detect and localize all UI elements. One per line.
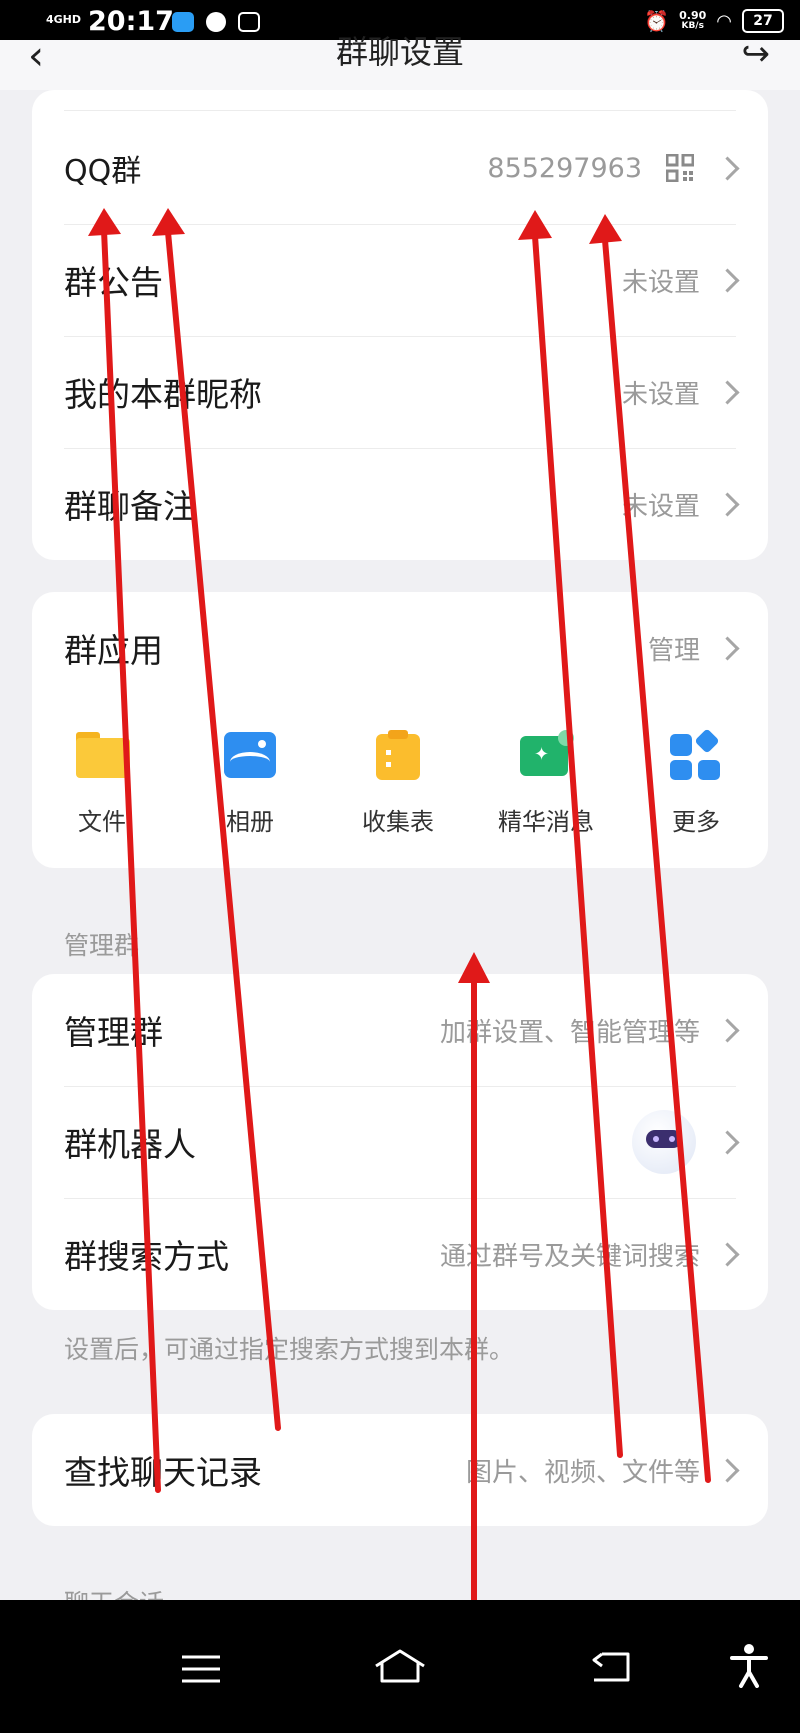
alarm-icon: ⏰ <box>644 9 670 33</box>
group-announcement-row[interactable]: 群公告 未设置 <box>32 224 768 336</box>
battery-indicator: 27 <box>742 9 784 33</box>
app-album[interactable]: 相册 <box>180 730 320 837</box>
row-value: 加群设置、智能管理等 <box>439 1017 700 1048</box>
chat-history-card: 查找聊天记录 图片、视频、文件等 <box>32 1414 768 1526</box>
group-search-method-row[interactable]: 群搜索方式 通过群号及关键词搜索 <box>32 1198 768 1310</box>
network-speed-value: 0.90 <box>679 9 707 22</box>
row-label: 群机器人 <box>64 1125 196 1164</box>
battery-level: 27 <box>753 13 773 29</box>
qq-group-row[interactable]: QQ群 855297963 <box>32 112 768 224</box>
row-value: 通过群号及关键词搜索 <box>439 1241 700 1272</box>
group-apps-title: 群应用 <box>64 631 163 670</box>
row-label: 群搜索方式 <box>64 1237 229 1276</box>
row-label: 群公告 <box>64 263 163 302</box>
group-robot-row[interactable]: 群机器人 <box>32 1086 768 1198</box>
my-group-nickname-row[interactable]: 我的本群昵称 未设置 <box>32 336 768 448</box>
menu-icon[interactable] <box>182 1654 220 1684</box>
back-icon[interactable] <box>590 1650 630 1684</box>
nav-header: 群聊设置 ‹ ↪ <box>0 33 800 90</box>
manage-section-title: 管理群 <box>64 931 140 960</box>
app-label: 精华消息 <box>498 808 594 836</box>
group-apps-card: 群应用 管理 文件 相册 收集表 ✦ 精华消息 更多 <box>32 592 768 868</box>
row-label: 管理群 <box>64 1013 163 1052</box>
more-grid-icon <box>668 728 724 780</box>
group-apps-manage[interactable]: 管理 <box>648 630 700 667</box>
app-more[interactable]: 更多 <box>626 728 766 837</box>
row-label: 我的本群昵称 <box>64 375 262 414</box>
chevron-right-icon <box>715 267 740 293</box>
chevron-right-icon <box>715 155 740 181</box>
page-title: 群聊设置 <box>335 33 464 71</box>
chevron-right-icon <box>715 1129 740 1155</box>
chevron-right-icon <box>715 491 740 517</box>
app-label: 更多 <box>672 808 720 836</box>
qq-group-number: 855297963 <box>487 152 642 184</box>
group-apps-row[interactable]: 群应用 管理 <box>32 592 768 704</box>
book-notification-icon <box>238 12 260 32</box>
app-notification-icon <box>172 12 194 32</box>
chevron-right-icon <box>715 1457 740 1483</box>
clipboard-icon <box>370 730 426 780</box>
home-icon[interactable] <box>374 1648 426 1684</box>
row-value: 未设置 <box>621 267 700 298</box>
share-icon[interactable]: ↪ <box>742 34 771 74</box>
row-label: 群聊备注 <box>64 487 196 526</box>
search-method-footnote: 设置后，可通过指定搜索方式搜到本群。 <box>64 1335 515 1364</box>
folder-icon <box>74 730 130 780</box>
highlight-message-icon: ✦ <box>518 730 574 780</box>
app-label: 相册 <box>226 808 274 836</box>
app-collection-form[interactable]: 收集表 <box>328 730 468 837</box>
manage-group-card: 管理群 加群设置、智能管理等 群机器人 群搜索方式 通过群号及关键词搜索 <box>32 974 768 1310</box>
chevron-right-icon <box>715 1017 740 1043</box>
manage-group-row[interactable]: 管理群 加群设置、智能管理等 <box>32 974 768 1086</box>
qr-code-icon[interactable] <box>666 154 694 182</box>
app-highlight-messages[interactable]: ✦ 精华消息 <box>476 730 616 837</box>
group-info-card: QQ群 855297963 群公告 未设置 我的本群昵称 未设置 群聊备注 未设… <box>32 90 768 560</box>
system-nav-bar <box>0 1600 800 1733</box>
app-label: 文件 <box>78 808 126 836</box>
accessibility-icon[interactable] <box>730 1644 768 1688</box>
chat-notification-icon <box>206 12 226 32</box>
app-label: 收集表 <box>362 808 434 836</box>
wifi-icon: ◠ <box>716 10 732 32</box>
row-value: 未设置 <box>621 379 700 410</box>
find-chat-history-row[interactable]: 查找聊天记录 图片、视频、文件等 <box>32 1414 768 1526</box>
group-remark-row[interactable]: 群聊备注 未设置 <box>32 448 768 560</box>
row-label: 查找聊天记录 <box>64 1453 262 1492</box>
chevron-right-icon <box>715 1241 740 1267</box>
chat-session-section-title: 聊天会话 <box>64 1584 164 1600</box>
back-arrow-icon[interactable]: ‹ <box>28 36 44 76</box>
robot-avatar-icon <box>632 1110 696 1174</box>
photo-album-icon <box>222 730 278 780</box>
app-file[interactable]: 文件 <box>32 730 172 837</box>
row-value: 图片、视频、文件等 <box>465 1457 700 1488</box>
chevron-right-icon <box>715 379 740 405</box>
chevron-right-icon <box>715 635 740 661</box>
network-indicator: 4GHD <box>46 13 82 26</box>
network-speed-unit: KB/s <box>681 21 704 31</box>
row-value: 未设置 <box>621 491 700 522</box>
qq-group-label: QQ群 <box>64 154 142 189</box>
